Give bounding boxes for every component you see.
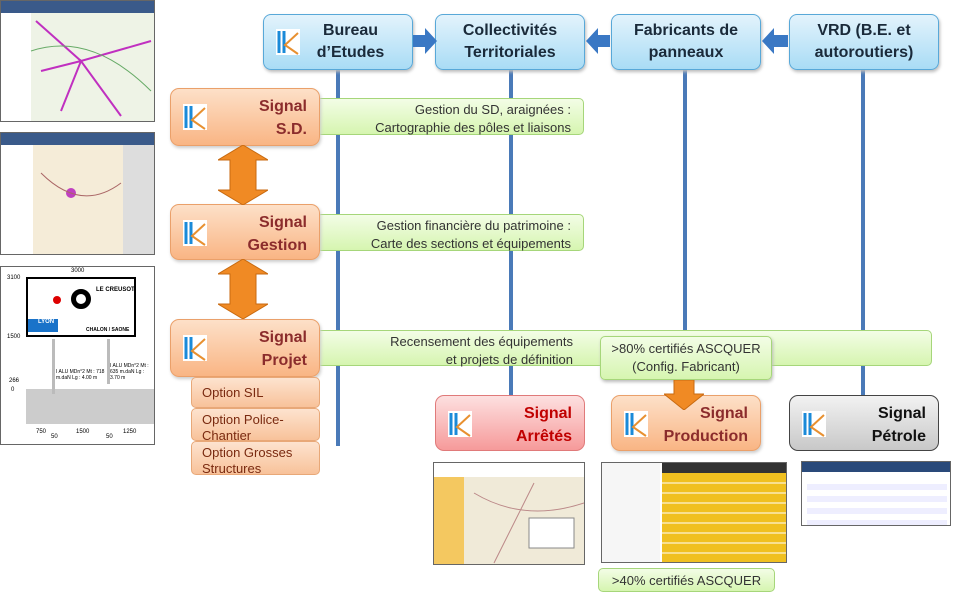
map-screenshot-sd <box>0 0 155 122</box>
dim-h3: 266 <box>9 378 20 384</box>
arrow-down-icon <box>664 380 704 410</box>
module-signal-gestion[interactable]: Signal Gestion <box>170 204 320 260</box>
dest-lyon: LYON <box>28 319 58 332</box>
actor-fabricants: Fabricants de panneaux <box>611 14 761 70</box>
arrow-left-icon <box>586 28 610 54</box>
dim-50a: 50 <box>51 434 58 440</box>
option-police-chantier[interactable]: Option Police-Chantier <box>191 408 320 443</box>
post2-spec: I ALU MDn°2 Mt : 635 m.daN Lg : 3.70 m <box>110 363 149 381</box>
module-signal-petrole[interactable]: Signal Pétrole <box>789 395 939 451</box>
signal-logo-icon <box>183 104 207 130</box>
dim-h1: 3100 <box>7 275 21 281</box>
map-screenshot-gestion <box>0 132 155 255</box>
sign-drawing: 3000 3100 1500 266 0 LYON LE CREUSOT CHA… <box>0 266 155 445</box>
callout-production-certified: >40% certifiés ASCQUER <box>598 568 775 592</box>
arretes-screenshot <box>433 462 585 565</box>
arrow-left-icon <box>762 28 788 54</box>
signal-logo-icon <box>183 335 207 361</box>
double-arrow-icon <box>218 259 268 319</box>
dest-chalon: CHALON / SAONE <box>86 327 130 333</box>
dim-h2: 1500 <box>7 334 21 340</box>
signal-logo-icon <box>183 220 207 246</box>
signal-logo-icon <box>448 411 472 437</box>
post1-spec: I ALU MDn°2 Mt : 718 m.daN Lg : 4.00 m <box>56 369 105 381</box>
desc-sd: Gestion du SD, araignées : Cartographie d… <box>316 98 584 135</box>
actor-vrd: VRD (B.E. et autoroutiers) <box>789 14 939 70</box>
dest-creusot: LE CREUSOT <box>96 287 135 293</box>
signal-logo-icon <box>624 411 648 437</box>
option-sil[interactable]: Option SIL <box>191 377 320 408</box>
arrow-right-icon <box>413 28 437 54</box>
dim-750: 750 <box>36 429 47 435</box>
dim-h4: 0 <box>11 387 15 393</box>
desc-gestion: Gestion financière du patrimoine : Carte … <box>316 214 584 251</box>
actor-collectivites: Collectivités Territoriales <box>435 14 585 70</box>
option-grosses-structures[interactable]: Option Grosses Structures <box>191 441 320 476</box>
module-signal-sd[interactable]: Signal S.D. <box>170 88 320 146</box>
module-signal-arretes[interactable]: Signal Arrêtés <box>435 395 585 451</box>
signal-logo-icon <box>276 29 300 55</box>
dim-1250: 1250 <box>123 429 137 435</box>
actor-bureau-etudes: Bureau d’Etudes <box>263 14 413 70</box>
module-signal-projet[interactable]: Signal Projet <box>170 319 320 377</box>
signal-logo-icon <box>802 411 826 437</box>
petrole-screenshot <box>801 461 951 526</box>
callout-fabricant: >80% certifiés ASCQUER (Config. Fabricant… <box>600 336 772 380</box>
dim-50b: 50 <box>106 434 113 440</box>
double-arrow-icon <box>218 145 268 205</box>
dim-1500: 1500 <box>76 429 90 435</box>
production-screenshot <box>601 462 787 563</box>
dim-width: 3000 <box>71 268 85 274</box>
